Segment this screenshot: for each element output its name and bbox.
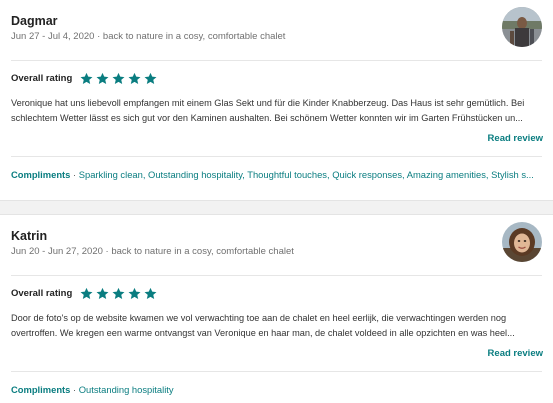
rating-label: Overall rating: [11, 287, 73, 299]
reviews-list: Dagmar Jun 27 - Jul 4, 2020 · back to na…: [0, 0, 553, 403]
review-header: Katrin Jun 20 - Jun 27, 2020 · back to n…: [11, 215, 553, 275]
review-text-line: Veronique hat uns liebevoll empfangen mi…: [11, 98, 525, 108]
stay-dates: Jun 27 - Jul 4, 2020: [11, 31, 95, 42]
rating-label: Overall rating: [11, 72, 73, 84]
star-icon: [144, 72, 157, 84]
overall-rating: Overall rating: [11, 70, 157, 86]
divider: [11, 60, 542, 61]
compliments: Compliments · Outstanding hospitality: [11, 384, 544, 395]
review-text-line: overtroffen. We kregen een warme ontvang…: [11, 327, 515, 338]
read-review-link[interactable]: Read review: [488, 348, 543, 359]
star-icon: [80, 72, 93, 84]
compliments-list: Outstanding hospitality: [78, 384, 174, 395]
review-text: Veronique hat uns liebevoll empfangen mi…: [11, 96, 544, 125]
star-icon: [112, 72, 125, 84]
star-icon: [144, 287, 157, 299]
star-icon: [96, 72, 109, 84]
star-icon: [128, 287, 141, 299]
star-icon: [96, 287, 109, 299]
property-name: back to nature in a cosy, comfortable ch…: [111, 246, 294, 257]
compliments: Compliments · Sparkling clean, Outstandi…: [11, 169, 544, 180]
compliments-label: Compliments: [11, 384, 71, 395]
review-text-line: schlechtem Wetter lässt es sich gut vor …: [11, 112, 523, 123]
divider: [11, 275, 542, 276]
stay-info: Jun 20 - Jun 27, 2020 · back to nature i…: [11, 246, 294, 257]
stay-info: Jun 27 - Jul 4, 2020 · back to nature in…: [11, 31, 285, 42]
reviewer-name: Dagmar: [11, 14, 58, 28]
reviewer-name: Katrin: [11, 229, 48, 243]
star-icon: [80, 287, 93, 299]
review-text-line: Door de foto's op de website kwamen we v…: [11, 313, 507, 323]
property-name: back to nature in a cosy, comfortable ch…: [102, 31, 286, 42]
stay-dates: Jun 20 - Jun 27, 2020: [11, 246, 103, 257]
overall-rating: Overall rating: [11, 285, 157, 301]
star-icon: [112, 287, 125, 299]
star-rating: [80, 287, 157, 300]
divider: [11, 156, 542, 157]
review-text: Door de foto's op de website kwamen we v…: [11, 311, 544, 340]
star-icon: [128, 72, 141, 84]
review-card: Katrin Jun 20 - Jun 27, 2020 · back to n…: [0, 215, 553, 403]
read-review-link[interactable]: Read review: [488, 133, 543, 144]
avatar[interactable]: [502, 7, 542, 47]
review-card: Dagmar Jun 27 - Jul 4, 2020 · back to na…: [0, 0, 553, 200]
compliments-label: Compliments: [11, 169, 71, 180]
star-rating: [80, 72, 157, 85]
review-header: Dagmar Jun 27 - Jul 4, 2020 · back to na…: [11, 0, 553, 60]
compliments-list: Sparkling clean, Outstanding hospitality…: [78, 169, 534, 180]
divider: [11, 371, 542, 372]
avatar[interactable]: [502, 222, 542, 262]
card-separator: [0, 200, 553, 215]
